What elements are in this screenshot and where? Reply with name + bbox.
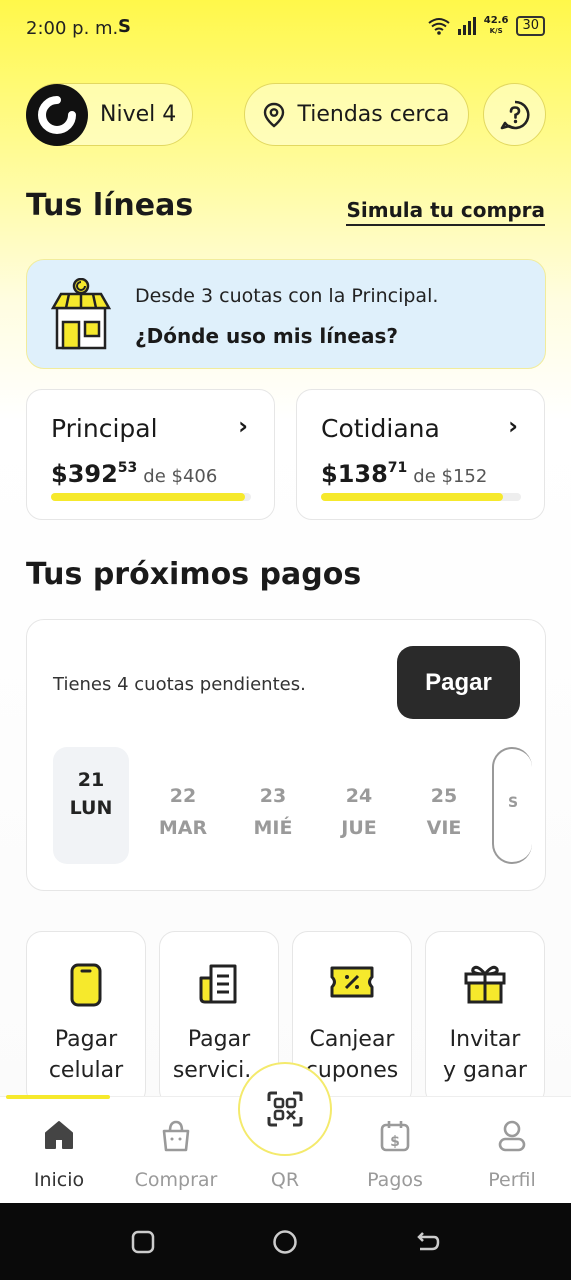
nav-label: Inicio <box>33 1169 85 1191</box>
nearby-stores-label: Tiendas cerca <box>297 102 450 127</box>
day-weekday: MAR <box>158 817 208 839</box>
store-icon <box>51 278 111 350</box>
day-number: 22 <box>169 785 197 807</box>
receipt-icon <box>199 964 237 1004</box>
phone-icon <box>70 963 102 1007</box>
recent-apps-icon[interactable] <box>130 1229 156 1255</box>
label-line1: Pagar <box>187 1027 251 1052</box>
day-weekday: VIE <box>426 817 462 839</box>
nav-pagos[interactable]: $ Pagos <box>340 1119 450 1191</box>
day-weekday: MIÉ <box>253 817 293 839</box>
line-name: Principal <box>51 414 158 443</box>
line-progress-fill <box>321 493 503 501</box>
nav-label: Pagos <box>367 1169 423 1191</box>
line-card-principal[interactable]: Principal › $39253 de $406 <box>26 389 275 520</box>
label-line2: y ganar <box>443 1058 527 1083</box>
help-button[interactable] <box>483 83 546 146</box>
level-label: Nivel 4 <box>100 102 177 127</box>
brand-logo-icon <box>26 83 88 146</box>
app-notification-icon: S <box>118 16 131 37</box>
day-22[interactable]: 22 MAR <box>145 747 221 864</box>
day-partial-label: S <box>507 795 519 811</box>
user-icon <box>498 1120 526 1152</box>
line-progress-fill <box>51 493 245 501</box>
where-to-use-banner[interactable]: Desde 3 cuotas con la Principal. ¿Dónde … <box>26 259 546 369</box>
amount-integer: $392 <box>51 460 118 488</box>
line-available-amount: $39253 de $406 <box>51 460 217 488</box>
day-24[interactable]: 24 JUE <box>321 747 397 864</box>
speed-unit: K/S <box>489 27 503 35</box>
nav-inicio[interactable]: Inicio <box>4 1119 114 1191</box>
day-number: 24 <box>345 785 373 807</box>
day-number: 23 <box>259 785 287 807</box>
network-speed: 42.6 K/S <box>484 16 509 36</box>
line-limit: de $152 <box>413 466 488 487</box>
nav-perfil[interactable]: Perfil <box>457 1119 567 1191</box>
line-limit: de $406 <box>143 466 218 487</box>
banner-link[interactable]: ¿Dónde uso mis líneas? <box>135 324 398 348</box>
line-available-amount: $13871 de $152 <box>321 460 487 488</box>
status-bar: 2:00 p. m. S 42.6 K/S 30 <box>0 0 571 58</box>
speed-value: 42.6 <box>483 15 509 26</box>
simulate-purchase-link[interactable]: Simula tu compra <box>346 198 545 226</box>
battery-icon: 30 <box>516 16 545 36</box>
payments-section-title: Tus próximos pagos <box>26 557 362 592</box>
day-21[interactable]: 21 LUN <box>53 747 129 864</box>
label-line2: celular <box>48 1058 124 1083</box>
banner-text: Desde 3 cuotas con la Principal. <box>135 285 439 307</box>
nav-label: QR <box>270 1169 300 1191</box>
pay-phone-button[interactable]: Pagar celular <box>26 931 146 1106</box>
day-23[interactable]: 23 MIÉ <box>235 747 311 864</box>
help-icon <box>500 100 530 129</box>
pending-installments-text: Tienes 4 cuotas pendientes. <box>53 674 306 695</box>
status-right: 42.6 K/S 30 <box>428 16 545 36</box>
label-line1: Pagar <box>54 1027 118 1052</box>
line-card-cotidiana[interactable]: Cotidiana › $13871 de $152 <box>296 389 545 520</box>
pay-button[interactable]: Pagar <box>397 646 520 719</box>
active-tab-indicator <box>6 1095 110 1099</box>
shopping-bag-icon <box>162 1120 190 1152</box>
line-progress-bar <box>51 493 251 501</box>
status-time: 2:00 p. m. <box>26 18 119 39</box>
nav-comprar[interactable]: Comprar <box>121 1119 231 1191</box>
nav-label: Comprar <box>134 1169 218 1191</box>
system-navigation-bar <box>0 1203 571 1280</box>
svg-text:$: $ <box>390 1134 400 1150</box>
back-icon[interactable] <box>414 1229 440 1255</box>
chevron-right-icon: › <box>238 412 248 440</box>
day-next-partial[interactable]: S <box>492 747 532 864</box>
label-line1: Invitar <box>449 1027 521 1052</box>
nearby-stores-button[interactable]: Tiendas cerca <box>244 83 469 146</box>
home-circle-icon[interactable] <box>272 1229 298 1255</box>
home-icon <box>45 1121 73 1149</box>
day-number: 21 <box>77 769 105 791</box>
coupon-icon <box>330 966 374 998</box>
amount-decimals: 53 <box>117 460 138 476</box>
upcoming-payments-card: Tienes 4 cuotas pendientes. Pagar 21 LUN… <box>26 619 546 891</box>
quick-action-label: Pagar celular <box>27 1024 145 1086</box>
label-line1: Canjear <box>309 1027 395 1052</box>
signal-icon <box>457 17 476 35</box>
location-pin-icon <box>264 102 285 128</box>
invite-earn-button[interactable]: Invitar y ganar <box>425 931 545 1106</box>
qr-scan-button[interactable] <box>238 1062 332 1156</box>
qr-icon <box>267 1091 303 1127</box>
day-number: 25 <box>430 785 458 807</box>
calendar-dollar-icon: $ <box>380 1121 410 1152</box>
wifi-icon <box>428 18 450 35</box>
lines-section-title: Tus líneas <box>26 188 194 223</box>
day-25[interactable]: 25 VIE <box>406 747 482 864</box>
chevron-right-icon: › <box>508 412 518 440</box>
line-name: Cotidiana <box>321 414 440 443</box>
nav-label: Perfil <box>488 1169 536 1191</box>
quick-action-label: Invitar y ganar <box>426 1024 544 1086</box>
gift-icon <box>464 965 506 1004</box>
day-weekday: JUE <box>341 817 377 839</box>
amount-decimals: 71 <box>387 460 408 476</box>
line-progress-bar <box>321 493 521 501</box>
amount-integer: $138 <box>321 460 388 488</box>
day-weekday: LUN <box>69 797 113 819</box>
level-button[interactable]: Nivel 4 <box>26 83 193 146</box>
